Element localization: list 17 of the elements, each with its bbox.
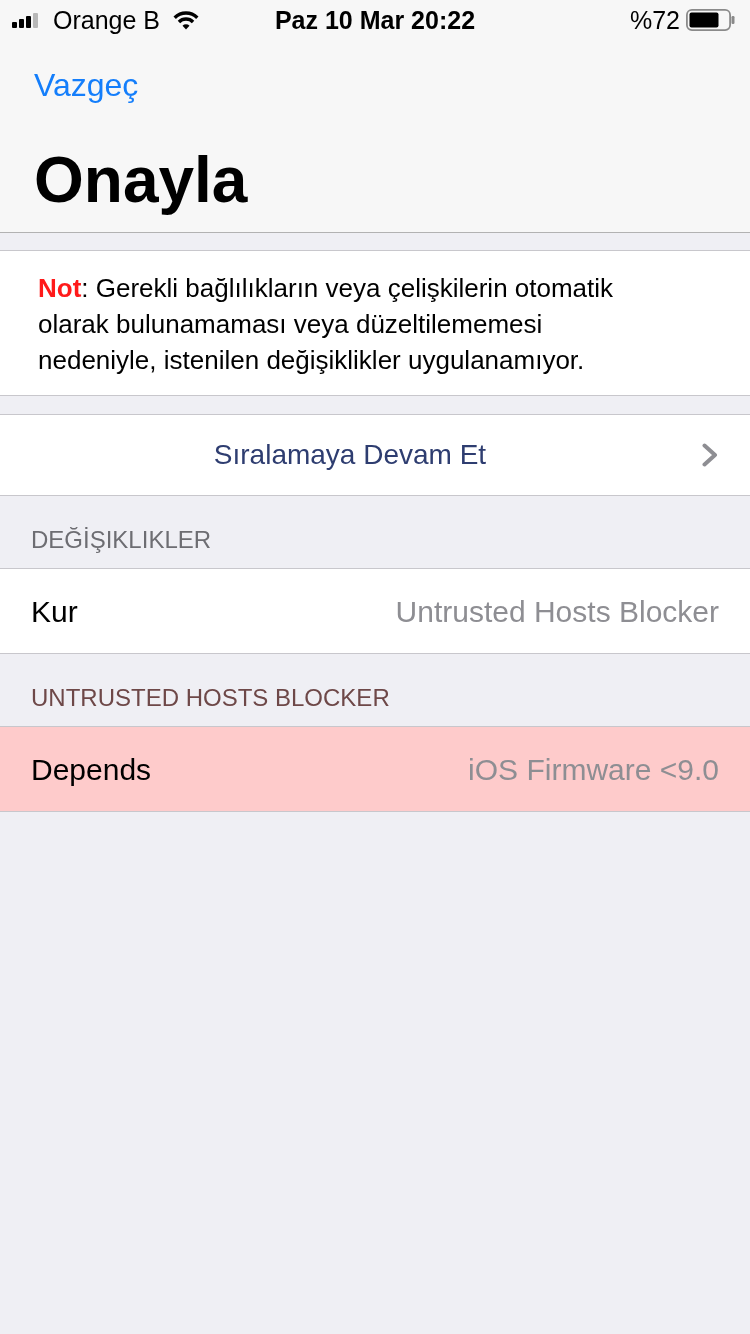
note-text: Not: Gerekli bağlılıkların veya çelişkilerin otomatik olarak bulunamaması veya düzeltilememesi nedeniyle, istenilen değişiklikler uygulanamıyor.: [38, 272, 615, 377]
section-header: UNTRUSTED HOSTS BLOCKER: [31, 683, 390, 713]
carrier-label: Orange B: [53, 7, 160, 33]
row-value: Untrusted Hosts Blocker: [395, 593, 719, 630]
wifi-icon: [173, 10, 199, 30]
continue-button[interactable]: Sıralamaya Devam Et: [0, 414, 750, 496]
time-label: Paz 10 Mar 20:22: [274, 7, 476, 33]
battery-icon: [686, 9, 735, 31]
cancel-button[interactable]: Vazgeç: [34, 66, 139, 104]
page-title: Onayla: [34, 143, 248, 218]
section-header: DEĞİŞIKLIKLER: [31, 525, 212, 555]
chevron-icon: [702, 443, 718, 467]
battery-percent: %72: [629, 7, 680, 33]
row-label: Kur: [31, 593, 78, 630]
signal-icon: [12, 12, 38, 28]
row-label: Depends: [31, 751, 152, 788]
row-value: iOS Firmware <9.0: [468, 751, 719, 788]
